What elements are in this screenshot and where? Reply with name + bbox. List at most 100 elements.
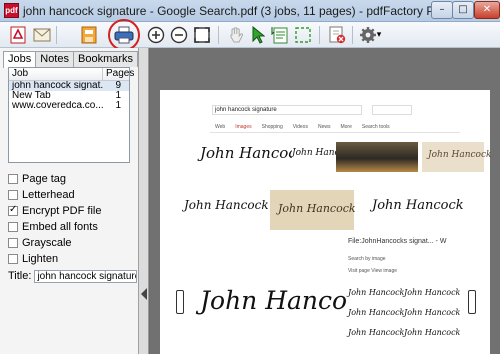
pdffactory-app-icon[interactable]: pdf <box>4 3 19 18</box>
column-header-job[interactable]: Job <box>9 68 103 80</box>
job-name: john hancock signat... <box>12 81 103 91</box>
zoom-out-icon[interactable] <box>169 25 189 45</box>
table-row[interactable]: New Tab 1 <box>9 91 129 101</box>
embed-fonts-option[interactable]: Embed all fonts <box>8 220 98 234</box>
related-images: John Hancock John Hancock John Hancock J… <box>348 286 461 346</box>
signature-text: John Hancock <box>348 308 405 317</box>
page-tab: Videos <box>292 124 308 130</box>
signature-image: John Hancock <box>366 190 466 224</box>
title-label: Title: <box>8 270 32 282</box>
side-caption: Search by image <box>348 256 386 262</box>
maximize-button[interactable]: □ <box>452 1 474 19</box>
grayscale-label: Grayscale <box>22 237 72 249</box>
title-input[interactable]: john hancock signature - Goo <box>34 269 137 283</box>
page-tab: Search tools <box>361 124 390 130</box>
encrypt-checkbox[interactable] <box>8 204 18 216</box>
pdf-icon[interactable] <box>8 25 28 45</box>
page-search-button <box>372 105 412 115</box>
select-arrow-icon[interactable] <box>248 25 268 45</box>
next-image-button <box>468 290 476 314</box>
signature-text: John Hancock <box>200 144 306 162</box>
signature-image: John Hancock <box>180 190 269 224</box>
prev-image-button <box>176 290 184 314</box>
select-text-icon[interactable] <box>270 25 290 45</box>
panel-tabs: Jobs Notes Bookmarks <box>3 51 139 68</box>
table-row[interactable]: www.coveredca.co... 1 <box>9 101 129 111</box>
minimize-button[interactable]: – <box>431 1 453 19</box>
job-pages: 1 <box>115 100 121 111</box>
signature-text: John Hancock <box>348 288 405 297</box>
page-tag-option[interactable]: Page tag <box>8 172 66 186</box>
title-bar: pdf john hancock signature - Google Sear… <box>0 0 500 22</box>
pdf-page: john hancock signature Web Images Shoppi… <box>160 90 491 354</box>
encrypt-label: Encrypt PDF file <box>22 205 102 217</box>
page-viewer[interactable]: john hancock signature Web Images Shoppi… <box>150 48 500 354</box>
hand-icon[interactable] <box>226 25 246 45</box>
table-row[interactable]: john hancock signat... 9 <box>9 81 129 91</box>
lighten-label: Lighten <box>22 253 59 265</box>
zoom-in-icon[interactable] <box>146 25 166 45</box>
save-icon[interactable] <box>79 25 99 45</box>
signature-text: John Hancock <box>372 198 464 213</box>
toolbar-separator <box>319 26 320 44</box>
job-list-header: Job Pages <box>9 68 134 81</box>
tab-bookmarks[interactable]: Bookmarks <box>73 51 139 67</box>
toolbar-separator <box>218 26 219 44</box>
window-title: john hancock signature - Google Search.p… <box>23 4 446 18</box>
signature-text: John Hancock <box>428 150 492 160</box>
print-highlight-circle <box>108 19 140 51</box>
page-tag-checkbox[interactable] <box>8 174 18 184</box>
page-tab: Web <box>215 124 226 130</box>
painting-image <box>336 142 418 172</box>
signature-text: John Hancock <box>278 202 356 215</box>
signature-text: John Hancock <box>348 328 405 337</box>
signature-image: John Hancock <box>422 142 491 172</box>
grayscale-checkbox[interactable] <box>8 238 18 248</box>
page-tab: Shopping <box>261 124 283 130</box>
tab-notes[interactable]: Notes <box>35 51 74 67</box>
signature-image: John Hancock <box>180 140 306 172</box>
minimize-icon: – <box>439 4 445 15</box>
tab-jobs[interactable]: Jobs <box>3 51 37 68</box>
job-list[interactable]: Job Pages john hancock signat... 9 New T… <box>8 67 134 163</box>
lighten-checkbox[interactable] <box>8 254 18 264</box>
page-tab: News <box>317 124 331 130</box>
signature-image: John Hancock <box>270 190 356 230</box>
toolbar-separator <box>352 26 353 44</box>
page-tab: Images <box>235 124 252 130</box>
delete-page-icon[interactable] <box>327 25 347 45</box>
page-divider <box>210 132 460 133</box>
embed-fonts-label: Embed all fonts <box>22 221 98 233</box>
chevron-down-icon[interactable]: ▾ <box>374 25 384 45</box>
encrypt-option[interactable]: Encrypt PDF file <box>8 204 101 218</box>
close-icon: ✕ <box>482 4 492 15</box>
maximize-icon: □ <box>458 4 468 15</box>
lighten-option[interactable]: Lighten <box>8 252 58 266</box>
signature-text: John Hancock <box>404 288 461 297</box>
toolbar-separator <box>56 26 57 44</box>
signature-text: John Hancock <box>404 328 461 337</box>
signature-text: John Hancock <box>404 308 461 317</box>
page-search-box: john hancock signature <box>212 105 362 115</box>
collapse-arrow-icon[interactable] <box>141 288 147 300</box>
left-panel: Jobs Notes Bookmarks Job Pages john hanc… <box>0 48 139 354</box>
fit-page-icon[interactable] <box>192 25 212 45</box>
toolbar: ▾ <box>0 22 500 48</box>
title-row: Title: john hancock signature - Goo <box>8 269 137 283</box>
page-tab: More <box>340 124 352 130</box>
letterhead-checkbox[interactable] <box>8 190 18 200</box>
column-header-pages[interactable]: Pages <box>103 68 134 80</box>
letterhead-option[interactable]: Letterhead <box>8 188 75 202</box>
job-name: New Tab <box>12 91 51 101</box>
page-tag-label: Page tag <box>22 173 67 185</box>
letterhead-label: Letterhead <box>22 189 75 201</box>
grayscale-option[interactable]: Grayscale <box>8 236 72 250</box>
signature-image: John Hancock <box>292 142 355 172</box>
embed-fonts-checkbox[interactable] <box>8 222 18 232</box>
panel-splitter[interactable] <box>139 48 149 354</box>
crop-icon[interactable] <box>293 25 313 45</box>
close-button[interactable]: ✕ <box>474 1 500 19</box>
large-signature-image: John Hancock <box>196 276 376 332</box>
mail-icon[interactable] <box>32 25 52 45</box>
signature-text: John Hancock <box>184 198 269 212</box>
